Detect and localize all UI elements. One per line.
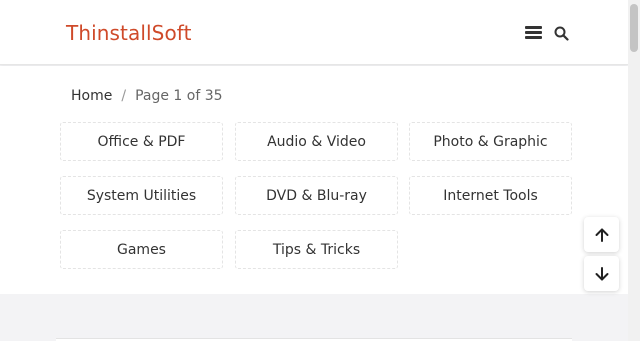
category-internet-tools[interactable]: Internet Tools — [409, 176, 572, 215]
site-header: ThinstallSoft — [0, 0, 628, 65]
page-scrollbar[interactable] — [628, 0, 640, 341]
scroll-to-bottom-button[interactable] — [584, 256, 619, 291]
breadcrumb-current: Page 1 of 35 — [135, 88, 223, 104]
scrollbar-thumb[interactable] — [630, 4, 638, 52]
search-icon[interactable] — [554, 26, 569, 41]
breadcrumb: Home / Page 1 of 35 — [71, 88, 223, 104]
breadcrumb-home-link[interactable]: Home — [71, 88, 112, 104]
category-photo-graphic[interactable]: Photo & Graphic — [409, 122, 572, 161]
main-content: Home / Page 1 of 35 Office & PDF Audio & V… — [0, 66, 628, 294]
category-audio-video[interactable]: Audio & Video — [235, 122, 398, 161]
category-office-pdf[interactable]: Office & PDF — [60, 122, 223, 161]
site-title-link[interactable]: ThinstallSoft — [66, 21, 192, 45]
hamburger-menu-icon[interactable] — [525, 24, 542, 41]
breadcrumb-separator: / — [121, 88, 127, 104]
category-games[interactable]: Games — [60, 230, 223, 269]
arrow-down-icon — [595, 266, 608, 280]
category-dvd-bluray[interactable]: DVD & Blu-ray — [235, 176, 398, 215]
category-tips-tricks[interactable]: Tips & Tricks — [235, 230, 398, 269]
category-system-utilities[interactable]: System Utilities — [60, 176, 223, 215]
scroll-to-top-button[interactable] — [584, 217, 619, 252]
arrow-up-icon — [595, 228, 608, 242]
